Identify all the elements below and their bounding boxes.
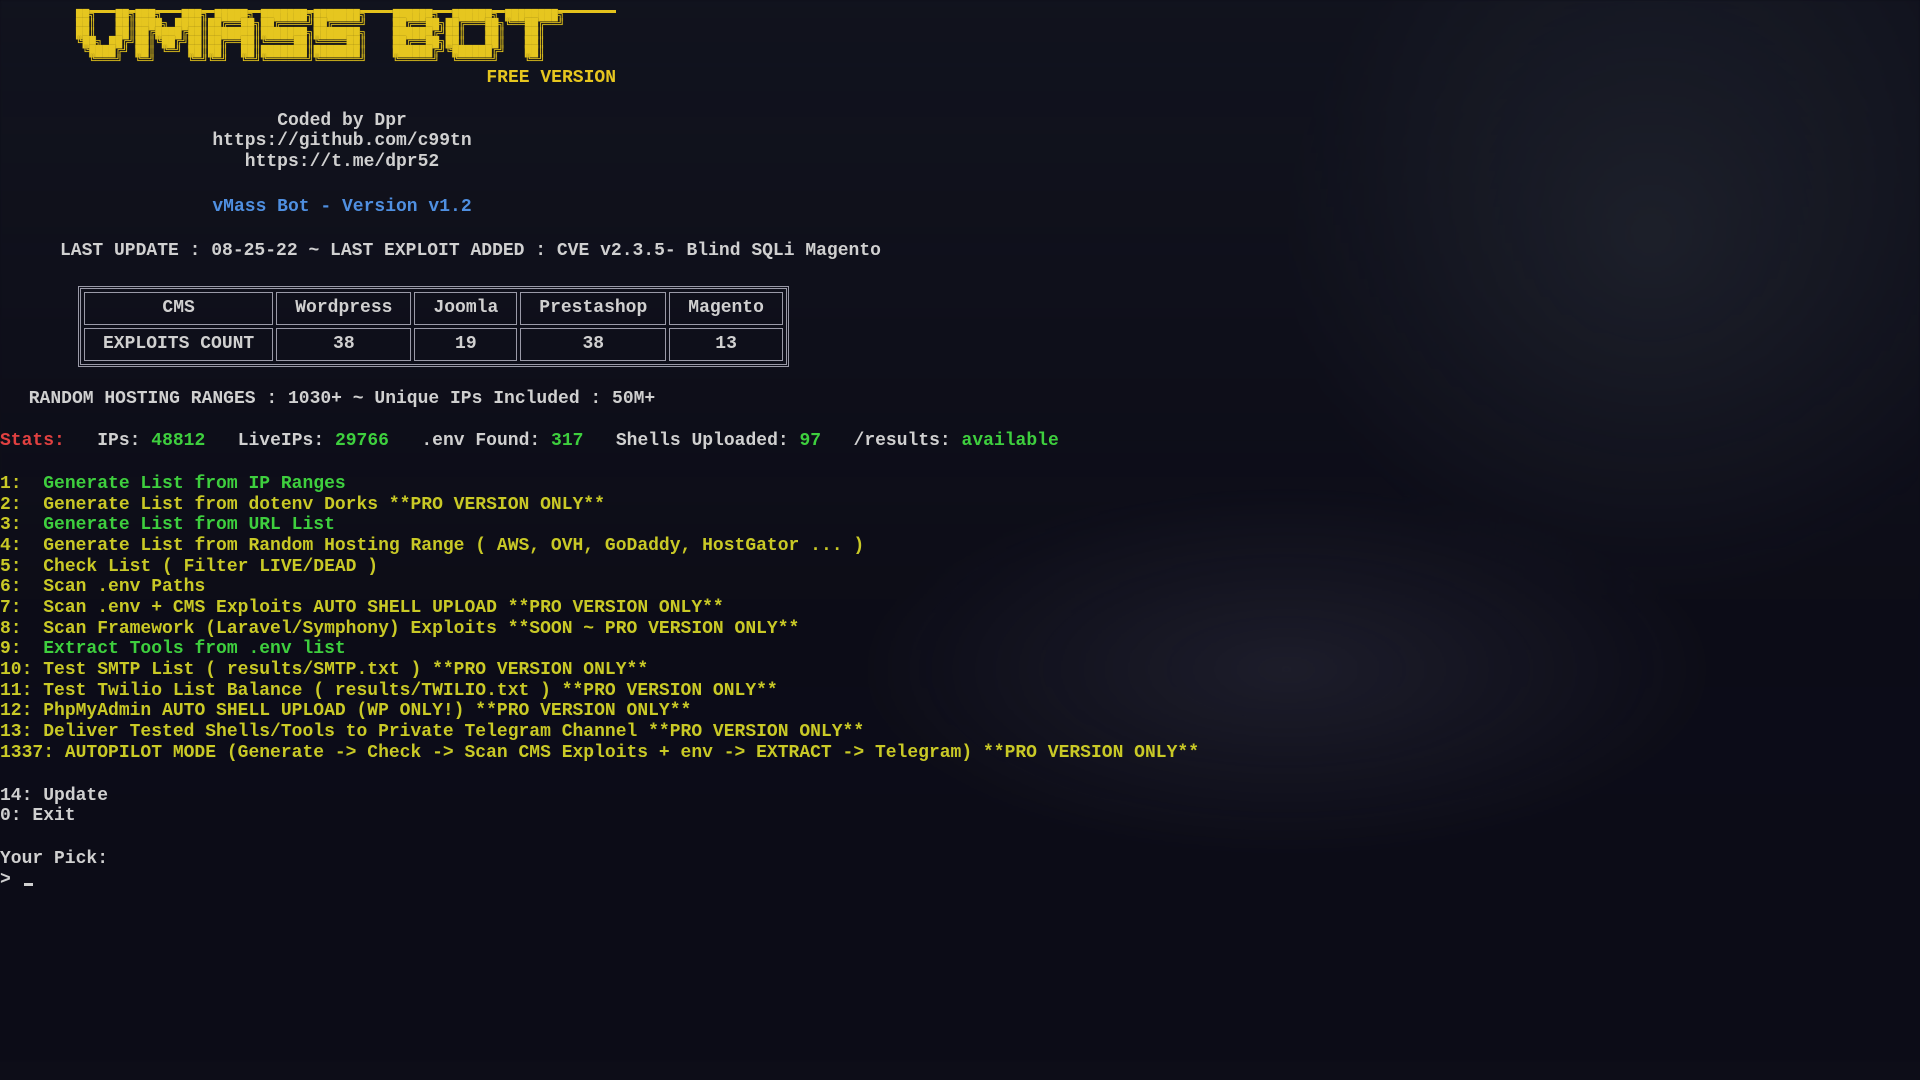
menu-item-label: Generate List from URL List: [43, 515, 335, 535]
prompt-block[interactable]: Your Pick: >: [0, 849, 1920, 890]
menu-item[interactable]: 1337: AUTOPILOT MODE (Generate -> Check …: [0, 743, 1920, 764]
github-link: https://github.com/c99tn: [0, 131, 684, 152]
free-version-label: FREE VERSION: [76, 68, 616, 89]
table-header: CMS: [84, 292, 273, 325]
menu-item-number: 2:: [0, 495, 43, 515]
menu-item-label: Scan .env + CMS Exploits AUTO SHELL UPLO…: [43, 598, 724, 618]
main-menu: 1: Generate List from IP Ranges2: Genera…: [0, 474, 1920, 764]
stats-env-label: .env Found:: [421, 431, 540, 451]
menu-item-number: 13:: [0, 722, 43, 742]
table-row: EXPLOITS COUNT 38 19 38 13: [84, 328, 783, 361]
table-row-label: EXPLOITS COUNT: [84, 328, 273, 361]
menu-item[interactable]: 14: Update: [0, 786, 1920, 807]
footer-menu: 14: Update0: Exit: [0, 786, 1920, 827]
table-cell: 19: [414, 328, 517, 361]
stats-label: Stats:: [0, 431, 65, 451]
prompt-line[interactable]: >: [0, 870, 1920, 891]
menu-item-label: Deliver Tested Shells/Tools to Private T…: [43, 722, 864, 742]
table-cell: 38: [520, 328, 666, 361]
logo-block: ██╗ ██╗███╗ ███╗ █████╗ ███████╗███████╗…: [76, 10, 616, 89]
menu-item[interactable]: 9: Extract Tools from .env list: [0, 639, 1920, 660]
menu-item-label: AUTOPILOT MODE (Generate -> Check -> Sca…: [65, 743, 1199, 763]
menu-item-number: 11:: [0, 681, 43, 701]
last-update-line: LAST UPDATE : 08-25-22 ~ LAST EXPLOIT AD…: [60, 241, 1920, 262]
menu-item[interactable]: 13: Deliver Tested Shells/Tools to Priva…: [0, 722, 1920, 743]
menu-item[interactable]: 5: Check List ( Filter LIVE/DEAD ): [0, 557, 1920, 578]
menu-item-number: 1:: [0, 474, 43, 494]
table-header: Joomla: [414, 292, 517, 325]
random-hosting-line: RANDOM HOSTING RANGES : 1030+ ~ Unique I…: [0, 389, 684, 410]
menu-item-number: 5:: [0, 557, 43, 577]
menu-item-label: Exit: [32, 806, 75, 826]
menu-item-number: 9:: [0, 639, 43, 659]
table-header: Magento: [669, 292, 783, 325]
stats-line: Stats: IPs: 48812 LiveIPs: 29766 .env Fo…: [0, 431, 1920, 452]
menu-item-number: 1337:: [0, 743, 65, 763]
stats-liveips: 29766: [335, 431, 389, 451]
stats-ips-label: IPs:: [97, 431, 140, 451]
stats-env: 317: [551, 431, 583, 451]
telegram-link: https://t.me/dpr52: [0, 152, 684, 173]
menu-item-number: 8:: [0, 619, 43, 639]
menu-item-number: 12:: [0, 701, 43, 721]
menu-item-label: Check List ( Filter LIVE/DEAD ): [43, 557, 378, 577]
stats-shells-label: Shells Uploaded:: [616, 431, 789, 451]
menu-item[interactable]: 11: Test Twilio List Balance ( results/T…: [0, 681, 1920, 702]
menu-item-label: Generate List from dotenv Dorks **PRO VE…: [43, 495, 605, 515]
table-row: CMS Wordpress Joomla Prestashop Magento: [84, 292, 783, 325]
exploits-table: CMS Wordpress Joomla Prestashop Magento …: [78, 286, 789, 366]
ascii-logo: ██╗ ██╗███╗ ███╗ █████╗ ███████╗███████╗…: [76, 10, 616, 66]
menu-item[interactable]: 4: Generate List from Random Hosting Ran…: [0, 536, 1920, 557]
menu-item-label: Scan Framework (Laravel/Symphony) Exploi…: [43, 619, 799, 639]
cursor-icon: [24, 883, 33, 886]
table-cell: 38: [276, 328, 411, 361]
stats-liveips-label: LiveIPs:: [238, 431, 324, 451]
prompt-marker: >: [0, 870, 22, 890]
menu-item[interactable]: 3: Generate List from URL List: [0, 515, 1920, 536]
terminal-output: ██╗ ██╗███╗ ███╗ █████╗ ███████╗███████╗…: [0, 0, 1920, 890]
menu-item-label: Update: [43, 786, 108, 806]
menu-item-number: 3:: [0, 515, 43, 535]
menu-item-label: Generate List from IP Ranges: [43, 474, 345, 494]
menu-item[interactable]: 8: Scan Framework (Laravel/Symphony) Exp…: [0, 619, 1920, 640]
menu-item-label: Test SMTP List ( results/SMTP.txt ) **PR…: [43, 660, 648, 680]
menu-item-label: Scan .env Paths: [43, 577, 205, 597]
prompt-label: Your Pick:: [0, 849, 1920, 870]
credits-block: Coded by Dpr https://github.com/c99tn ht…: [0, 111, 684, 218]
menu-item-label: Test Twilio List Balance ( results/TWILI…: [43, 681, 778, 701]
menu-item-number: 4:: [0, 536, 43, 556]
menu-item-number: 7:: [0, 598, 43, 618]
table-header: Prestashop: [520, 292, 666, 325]
menu-item-number: 6:: [0, 577, 43, 597]
stats-results: available: [962, 431, 1059, 451]
stats-ips: 48812: [151, 431, 205, 451]
menu-item[interactable]: 6: Scan .env Paths: [0, 577, 1920, 598]
table-cell: 13: [669, 328, 783, 361]
menu-item-label: Generate List from Random Hosting Range …: [43, 536, 864, 556]
version-line: vMass Bot - Version v1.2: [0, 197, 684, 218]
menu-item-number: 0:: [0, 806, 32, 826]
menu-item[interactable]: 2: Generate List from dotenv Dorks **PRO…: [0, 495, 1920, 516]
menu-item[interactable]: 12: PhpMyAdmin AUTO SHELL UPLOAD (WP ONL…: [0, 701, 1920, 722]
stats-shells: 97: [799, 431, 821, 451]
menu-item-number: 14:: [0, 786, 43, 806]
menu-item[interactable]: 1: Generate List from IP Ranges: [0, 474, 1920, 495]
table-header: Wordpress: [276, 292, 411, 325]
coded-by: Coded by Dpr: [0, 111, 684, 132]
menu-item[interactable]: 7: Scan .env + CMS Exploits AUTO SHELL U…: [0, 598, 1920, 619]
stats-results-label: /results:: [854, 431, 951, 451]
menu-item[interactable]: 0: Exit: [0, 806, 1920, 827]
menu-item[interactable]: 10: Test SMTP List ( results/SMTP.txt ) …: [0, 660, 1920, 681]
menu-item-label: Extract Tools from .env list: [43, 639, 345, 659]
menu-item-label: PhpMyAdmin AUTO SHELL UPLOAD (WP ONLY!) …: [43, 701, 691, 721]
menu-item-number: 10:: [0, 660, 43, 680]
